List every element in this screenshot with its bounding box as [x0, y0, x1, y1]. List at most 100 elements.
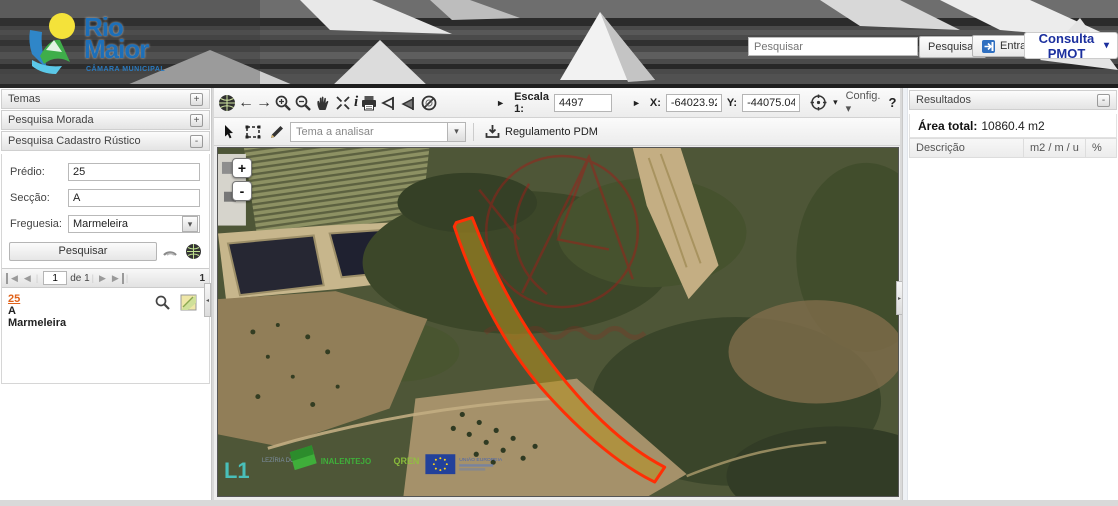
- left-arrow-icon: ←: [238, 93, 254, 111]
- scale-section-arrow-icon[interactable]: ►: [492, 98, 509, 108]
- measure-distance-icon[interactable]: [380, 92, 398, 114]
- map-zoom-in-button[interactable]: +: [232, 158, 252, 178]
- qren-logo: QREN: [393, 456, 419, 466]
- inalentejo-logo: INALENTEJO: [321, 457, 371, 466]
- seccao-label: Secção:: [10, 192, 50, 204]
- chevron-down-icon[interactable]: ▾: [447, 122, 465, 141]
- sidebar-section-temas[interactable]: Temas +: [1, 89, 210, 109]
- chevron-down-icon[interactable]: ▾: [182, 216, 198, 232]
- config-menu[interactable]: Config. ▾: [844, 90, 883, 115]
- search-button-label: Pesquisar: [928, 41, 977, 53]
- map-toolbar-analysis: Tema a analisar ▾ Regulamento PDM: [214, 118, 900, 146]
- collapse-icon[interactable]: -: [190, 134, 203, 148]
- rio-maior-logo[interactable]: Rio Maior CÂMARA MUNICIPAL: [26, 10, 196, 82]
- zoom-to-selection-icon[interactable]: [334, 92, 352, 114]
- next-extent-icon[interactable]: →: [256, 92, 272, 114]
- first-page-button[interactable]: ◀: [6, 272, 21, 284]
- expand-icon[interactable]: +: [190, 92, 203, 106]
- seccao-field[interactable]: [68, 189, 200, 207]
- freguesia-select[interactable]: Marmeleira ▾: [68, 215, 200, 233]
- collapse-sidebar-handle[interactable]: ◂: [204, 283, 211, 317]
- result-row[interactable]: 25 A Marmeleira: [2, 290, 209, 338]
- eu-label: UNIÃO EUROPEIA: [459, 456, 503, 463]
- collapse-arrow-icon: ▸: [897, 295, 901, 302]
- zoom-to-result-icon[interactable]: [154, 294, 172, 312]
- enter-icon: [982, 39, 995, 53]
- pan-hand-icon[interactable]: [314, 92, 332, 114]
- regulamento-pdm-button[interactable]: Regulamento PDM: [481, 124, 602, 139]
- total-results-count: 1: [199, 272, 205, 284]
- clear-search-icon[interactable]: [160, 241, 180, 261]
- freguesia-label: Freguesia:: [10, 218, 62, 230]
- predio-field[interactable]: [68, 163, 200, 181]
- download-icon: [485, 125, 500, 138]
- chevron-down-icon: ▾: [1103, 40, 1109, 51]
- select-rectangle-icon[interactable]: [242, 121, 264, 143]
- leziria-l1-logo: L1: [224, 458, 250, 483]
- measure-area-icon[interactable]: [400, 92, 418, 114]
- section-label: Pesquisa Morada: [8, 114, 94, 126]
- identify-info-icon[interactable]: i: [354, 92, 358, 114]
- escala-input[interactable]: [553, 93, 612, 112]
- area-total-label: Área total:: [918, 118, 978, 133]
- expand-icon[interactable]: +: [190, 113, 203, 127]
- right-arrow-icon: →: [256, 93, 272, 111]
- column-percent: %: [1092, 142, 1102, 154]
- results-title: Resultados: [916, 94, 972, 106]
- select-cursor-icon[interactable]: [218, 121, 240, 143]
- consulta-pmot-label: Consulta PMOT: [1038, 30, 1095, 61]
- chevron-down-icon: ▾: [845, 103, 852, 115]
- logo-title: Rio Maior: [84, 12, 149, 64]
- info-icon: i: [354, 94, 359, 110]
- previous-extent-icon[interactable]: ←: [238, 92, 254, 114]
- sidebar-section-pesquisa-morada[interactable]: Pesquisa Morada +: [1, 110, 210, 130]
- column-m2: m2 / m / u: [1024, 139, 1086, 157]
- collapse-icon[interactable]: -: [1097, 93, 1110, 107]
- tema-analisar-select[interactable]: Tema a analisar ▾: [290, 121, 466, 142]
- predio-label: Prédio:: [10, 166, 45, 178]
- map-toolbar-main: ← → i ► Escala 1: ► X:: [214, 88, 900, 118]
- section-label: Pesquisa Cadastro Rústico: [8, 135, 141, 147]
- x-label: X:: [649, 96, 661, 109]
- map-canvas[interactable]: L1 LEZÍRIA DO TEJO INALENTEJO QREN UNIÃO…: [217, 147, 946, 506]
- cadastro-search-panel: Prédio: Secção: Freguesia: Marmeleira ▾ …: [1, 154, 210, 384]
- page-number-input[interactable]: [43, 271, 68, 285]
- search-input[interactable]: [748, 37, 918, 56]
- sidebar-section-cadastro-rustico[interactable]: Pesquisa Cadastro Rústico -: [1, 131, 210, 151]
- y-label: Y:: [726, 96, 738, 109]
- area-total-row: Área total: 10860.4 m2: [909, 114, 1117, 138]
- open-map-sheet-icon[interactable]: [180, 294, 198, 312]
- result-predio-link[interactable]: 25: [8, 293, 203, 305]
- result-freguesia: Marmeleira: [8, 317, 67, 329]
- page-bottom-strip: [0, 500, 1118, 506]
- logo-subtitle: CÂMARA MUNICIPAL: [86, 66, 166, 73]
- freguesia-value: Marmeleira: [73, 218, 129, 230]
- last-page-button[interactable]: ▶: [109, 272, 124, 284]
- section-label: Temas: [8, 93, 41, 105]
- map-zoom-out-button[interactable]: -: [232, 181, 252, 201]
- panel-resize-gutter[interactable]: [903, 88, 908, 506]
- draw-pencil-icon[interactable]: [266, 121, 288, 143]
- area-total-value: 10860.4 m2: [981, 118, 1045, 133]
- header-banner: Rio Maior CÂMARA MUNICIPAL Pesquisar Ent…: [0, 0, 1118, 88]
- tema-placeholder: Tema a analisar: [296, 125, 374, 138]
- next-page-button[interactable]: ▶: [96, 273, 109, 284]
- cadastro-search-button[interactable]: Pesquisar: [9, 242, 157, 261]
- y-coordinate-input[interactable]: [742, 93, 801, 112]
- target-dropdown-icon[interactable]: ▾: [829, 97, 842, 108]
- zoom-results-globe-icon[interactable]: [183, 241, 203, 261]
- help-button[interactable]: ?: [884, 95, 900, 110]
- prev-page-button[interactable]: ◀: [21, 273, 34, 284]
- map-area: ← → i ► Escala 1: ► X:: [214, 88, 946, 506]
- clear-selection-icon[interactable]: [420, 92, 438, 114]
- zoom-out-tool-icon[interactable]: [294, 92, 312, 114]
- result-section: A: [8, 305, 16, 317]
- center-target-icon[interactable]: [810, 92, 827, 114]
- consulta-pmot-button[interactable]: Consulta PMOT ▾: [1024, 30, 1118, 61]
- print-icon[interactable]: [360, 92, 378, 114]
- results-panel-header[interactable]: Resultados -: [909, 90, 1117, 110]
- full-extent-globe-icon[interactable]: [218, 92, 236, 114]
- zoom-in-tool-icon[interactable]: [274, 92, 292, 114]
- coords-section-arrow-icon[interactable]: ►: [628, 98, 645, 108]
- x-coordinate-input[interactable]: [665, 93, 722, 112]
